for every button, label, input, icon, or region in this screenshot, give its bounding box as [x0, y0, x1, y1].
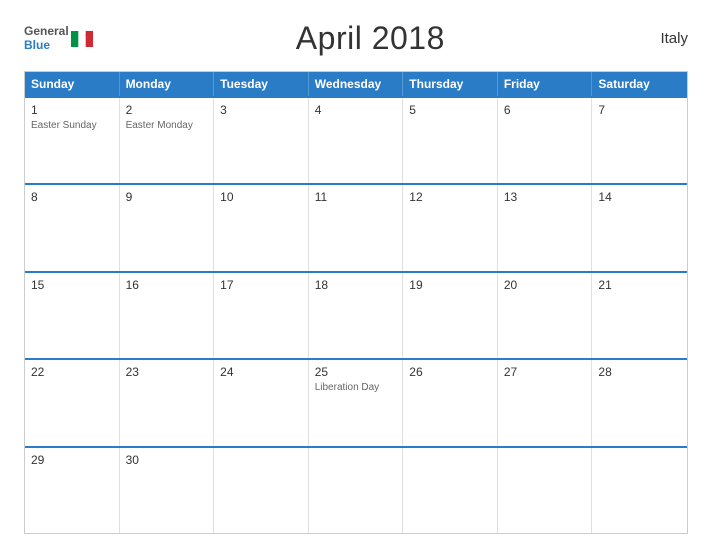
day-number: 20	[504, 278, 586, 292]
day-number: 24	[220, 365, 302, 379]
cal-cell: 10	[214, 185, 309, 270]
cal-cell: 2 Easter Monday	[120, 98, 215, 183]
logo: General Blue	[24, 25, 93, 51]
logo-blue-text: Blue	[24, 39, 69, 52]
day-header-sunday: Sunday	[25, 72, 120, 96]
day-number: 7	[598, 103, 681, 117]
day-number: 27	[504, 365, 586, 379]
day-number: 17	[220, 278, 302, 292]
day-header-thursday: Thursday	[403, 72, 498, 96]
day-event: Liberation Day	[315, 381, 397, 394]
day-number: 6	[504, 103, 586, 117]
cal-cell: 7	[592, 98, 687, 183]
cal-cell: 13	[498, 185, 593, 270]
day-event: Easter Monday	[126, 119, 208, 132]
day-header-wednesday: Wednesday	[309, 72, 404, 96]
day-number: 3	[220, 103, 302, 117]
day-number: 26	[409, 365, 491, 379]
day-number: 2	[126, 103, 208, 117]
day-number: 28	[598, 365, 681, 379]
day-header-friday: Friday	[498, 72, 593, 96]
header: General Blue April 2018 Italy	[24, 20, 688, 57]
cal-cell: 28	[592, 360, 687, 445]
day-number: 4	[315, 103, 397, 117]
week-row-1: 1 Easter Sunday 2 Easter Monday 34567	[25, 96, 687, 183]
cal-cell: 1 Easter Sunday	[25, 98, 120, 183]
cal-cell: 15	[25, 273, 120, 358]
cal-cell	[592, 448, 687, 533]
day-event: Easter Sunday	[31, 119, 113, 132]
day-number: 22	[31, 365, 113, 379]
day-number: 23	[126, 365, 208, 379]
day-number: 5	[409, 103, 491, 117]
cal-cell: 11	[309, 185, 404, 270]
cal-cell: 14	[592, 185, 687, 270]
calendar-title: April 2018	[296, 20, 445, 57]
day-number: 19	[409, 278, 491, 292]
cal-cell: 25 Liberation Day	[309, 360, 404, 445]
cal-cell: 26	[403, 360, 498, 445]
cal-cell: 9	[120, 185, 215, 270]
country-label: Italy	[648, 30, 688, 47]
cal-cell	[403, 448, 498, 533]
logo-flag-icon	[71, 31, 93, 47]
calendar-body: 1 Easter Sunday 2 Easter Monday 34567 89 10 11 1…	[25, 96, 687, 533]
day-header-tuesday: Tuesday	[214, 72, 309, 96]
week-row-5: 29 30	[25, 446, 687, 533]
cal-cell: 12	[403, 185, 498, 270]
calendar-grid: SundayMondayTuesdayWednesdayThursdayFrid…	[24, 71, 688, 534]
week-row-4: 22 23 24 25 Liberation Day 26 27 28	[25, 358, 687, 445]
day-number: 21	[598, 278, 681, 292]
day-number: 29	[31, 453, 113, 467]
cal-cell: 3	[214, 98, 309, 183]
cal-cell: 19	[403, 273, 498, 358]
cal-cell: 16	[120, 273, 215, 358]
cal-cell: 29	[25, 448, 120, 533]
day-header-monday: Monday	[120, 72, 215, 96]
day-number: 30	[126, 453, 208, 467]
cal-cell: 5	[403, 98, 498, 183]
logo-general-text: General	[24, 25, 69, 38]
cal-cell: 30	[120, 448, 215, 533]
calendar-header-row: SundayMondayTuesdayWednesdayThursdayFrid…	[25, 72, 687, 96]
day-number: 18	[315, 278, 397, 292]
day-header-saturday: Saturday	[592, 72, 687, 96]
week-row-3: 15 16 17 18 19 20 21	[25, 271, 687, 358]
day-number: 13	[504, 190, 586, 204]
cal-cell: 24	[214, 360, 309, 445]
day-number: 1	[31, 103, 113, 117]
day-number: 8	[31, 190, 113, 204]
cal-cell: 4	[309, 98, 404, 183]
cal-cell: 17	[214, 273, 309, 358]
week-row-2: 89 10 11 12 13 14	[25, 183, 687, 270]
cal-cell: 22	[25, 360, 120, 445]
cal-cell	[214, 448, 309, 533]
day-number: 10	[220, 190, 302, 204]
cal-cell: 23	[120, 360, 215, 445]
cal-cell: 27	[498, 360, 593, 445]
day-number: 12	[409, 190, 491, 204]
day-number: 14	[598, 190, 681, 204]
day-number: 16	[126, 278, 208, 292]
day-number: 11	[315, 190, 397, 204]
cal-cell	[309, 448, 404, 533]
day-number: 15	[31, 278, 113, 292]
cal-cell: 18	[309, 273, 404, 358]
cal-cell: 6	[498, 98, 593, 183]
cal-cell	[498, 448, 593, 533]
cal-cell: 21	[592, 273, 687, 358]
day-number: 9	[126, 190, 208, 204]
cal-cell: 8	[25, 185, 120, 270]
day-number: 25	[315, 365, 397, 379]
cal-cell: 20	[498, 273, 593, 358]
calendar-page: General Blue April 2018 Italy SundayMond…	[0, 0, 712, 550]
